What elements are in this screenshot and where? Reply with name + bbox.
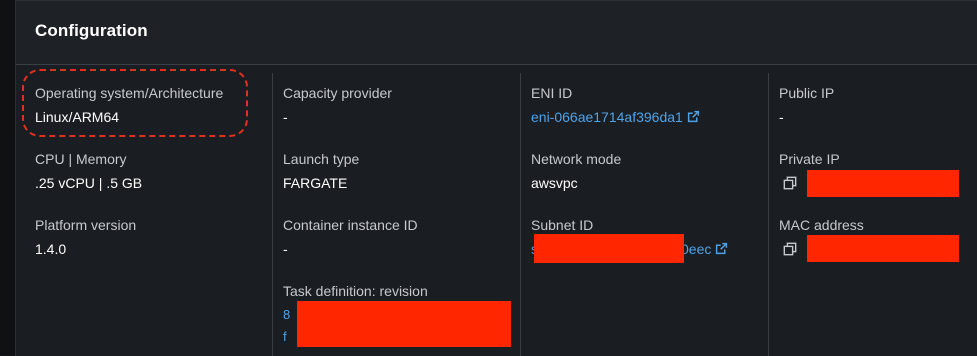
- capacity-provider-value: -: [283, 109, 288, 125]
- eni-id-value[interactable]: eni-066ae1714af396da1: [531, 109, 683, 125]
- container-instance-id-value: -: [283, 241, 288, 257]
- panel-header: Configuration: [16, 1, 977, 65]
- page-background: Configuration Operating system/Architect…: [0, 0, 977, 356]
- private-ip-label: Private IP: [779, 151, 840, 167]
- column-divider: [520, 73, 521, 356]
- cpu-memory-value: .25 vCPU | .5 GB: [35, 175, 143, 191]
- task-definition-link-fragment[interactable]: f: [283, 329, 287, 344]
- annotation-highlight: [22, 69, 248, 137]
- copy-icon[interactable]: [783, 176, 797, 190]
- network-mode-label: Network mode: [531, 151, 622, 167]
- external-link-icon[interactable]: [715, 242, 728, 255]
- network-mode-value: awsvpc: [531, 175, 578, 191]
- subnet-id-redaction: [534, 234, 684, 263]
- public-ip-value: -: [779, 109, 784, 125]
- subnet-id-link[interactable]: 0eec: [681, 241, 728, 257]
- task-definition-label: Task definition: revision: [283, 283, 428, 299]
- column-divider: [768, 73, 769, 356]
- subnet-id-label: Subnet ID: [531, 217, 594, 233]
- eni-id-label: ENI ID: [531, 85, 573, 101]
- mac-address-redaction: [807, 235, 959, 262]
- platform-version-label: Platform version: [35, 217, 137, 233]
- task-definition-link-fragment[interactable]: 8: [283, 307, 290, 322]
- platform-version-value: 1.4.0: [35, 241, 67, 257]
- column-divider: [272, 73, 273, 356]
- launch-type-label: Launch type: [283, 151, 360, 167]
- external-link-icon[interactable]: [687, 110, 700, 123]
- panel-title: Configuration: [35, 21, 148, 40]
- subnet-id-suffix[interactable]: 0eec: [681, 241, 711, 257]
- container-instance-id-label: Container instance ID: [283, 217, 418, 233]
- cpu-memory-label: CPU | Memory: [35, 151, 127, 167]
- task-definition-redaction: [297, 301, 511, 347]
- private-ip-redaction: [807, 170, 959, 197]
- copy-icon[interactable]: [783, 242, 797, 256]
- configuration-panel: Configuration Operating system/Architect…: [15, 0, 977, 356]
- capacity-provider-label: Capacity provider: [283, 85, 392, 101]
- eni-id-link[interactable]: eni-066ae1714af396da1: [531, 109, 700, 125]
- mac-address-label: MAC address: [779, 217, 864, 233]
- public-ip-label: Public IP: [779, 85, 835, 101]
- launch-type-value: FARGATE: [283, 175, 348, 191]
